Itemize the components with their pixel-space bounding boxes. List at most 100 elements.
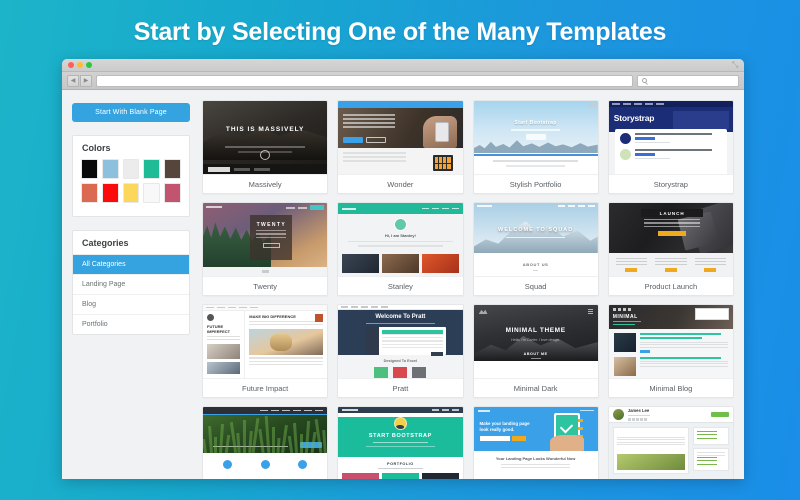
- hamburger-icon: [587, 309, 593, 314]
- color-swatch[interactable]: [101, 183, 119, 203]
- thumb-nav-links: [431, 409, 459, 411]
- category-item-blog[interactable]: Blog: [73, 295, 189, 315]
- template-card-minimal-dark[interactable]: MINIMAL THEME Hello, I'm Carter. I love …: [472, 304, 599, 398]
- template-thumbnail: START BOOTSTRAP PORTFOLIO: [338, 407, 463, 479]
- template-card-16[interactable]: James Lee: [607, 406, 734, 479]
- mockup-content: [379, 327, 447, 356]
- color-swatch-row: [81, 183, 181, 203]
- color-swatch[interactable]: [143, 183, 161, 203]
- thumb-hero-title: James Lee: [627, 408, 650, 414]
- color-swatches: [73, 159, 189, 216]
- thumb-section-title: ABOUT ME: [523, 352, 548, 356]
- thumb-button: [525, 134, 546, 140]
- thumb-logo: [342, 409, 359, 411]
- thumb-line: [358, 245, 443, 247]
- thumb-icon: [374, 367, 389, 378]
- thumb-hero: WELCOME TO SQUAD: [473, 203, 598, 253]
- template-card-minimal-blog[interactable]: MINIMAL Minimal Blog: [607, 304, 734, 398]
- thumb-hero: [338, 108, 463, 148]
- app-mockup: [365, 327, 447, 356]
- thumb-text-block: [639, 356, 728, 376]
- template-thumbnail: WELCOME TO SQUAD ABOUT US: [473, 203, 598, 276]
- template-name: Storystrap: [608, 174, 733, 193]
- template-card-15[interactable]: Make your landing page look really good.: [472, 406, 599, 479]
- zoom-icon[interactable]: [86, 62, 92, 68]
- grass-blade: [258, 428, 265, 454]
- color-swatch[interactable]: [122, 183, 140, 203]
- thumb-list-item: [619, 149, 722, 160]
- template-card-wonder[interactable]: Wonder: [337, 100, 464, 194]
- thumb-tab: [234, 167, 250, 171]
- thumb-divider: [530, 358, 541, 359]
- close-icon[interactable]: [68, 62, 74, 68]
- address-bar[interactable]: [96, 74, 633, 87]
- category-item-portfolio[interactable]: Portfolio: [73, 315, 189, 334]
- template-card-squad[interactable]: WELCOME TO SQUAD ABOUT US Squad: [472, 202, 599, 296]
- thumb-text-block: [634, 133, 722, 144]
- thumb-subtitle: Hello, I'm Carter. I love design.: [511, 338, 561, 342]
- thumb-line: [225, 146, 305, 148]
- template-card-13[interactable]: [202, 406, 329, 479]
- forward-button[interactable]: ▶: [80, 74, 92, 87]
- template-name: Twenty: [203, 276, 328, 295]
- color-swatch[interactable]: [122, 159, 140, 179]
- resize-grip-icon[interactable]: ⤡: [732, 61, 740, 69]
- template-card-storystrap[interactable]: Storystrap Storystrap: [607, 100, 734, 194]
- thumb-navbar: [203, 305, 328, 311]
- mockup-sidebar: [365, 327, 379, 355]
- start-with-blank-page-button[interactable]: Start With Blank Page: [72, 103, 190, 122]
- thumb-image: [613, 356, 636, 376]
- template-thumbnail: MINIMAL: [608, 305, 733, 378]
- grass-blade: [304, 420, 310, 454]
- template-card-twenty[interactable]: TWENTY Twenty: [202, 202, 329, 296]
- thumb-tile: [342, 253, 379, 273]
- thumb-hero-title: Start Bootstrap: [514, 120, 557, 126]
- color-swatch[interactable]: [81, 159, 98, 179]
- search-box[interactable]: [637, 74, 739, 87]
- thumb-button: [262, 242, 280, 248]
- thumb-navbar: [338, 407, 463, 413]
- template-thumbnail: [338, 101, 463, 174]
- thumb-line: [612, 321, 641, 323]
- thumb-logo: [477, 410, 490, 412]
- template-card-stylish-portfolio[interactable]: Start Bootstrap Stylish Portfolio: [472, 100, 599, 194]
- color-swatch[interactable]: [81, 183, 98, 203]
- template-card-massively[interactable]: THIS IS MASSIVELY Massively: [202, 100, 329, 194]
- thumb-logo: [206, 206, 222, 208]
- page-title: Start by Selecting One of the Many Templ…: [133, 18, 667, 46]
- thumb-tile-row: [338, 250, 462, 273]
- color-swatch[interactable]: [143, 159, 161, 179]
- thumb-hero: LAUNCH: [608, 203, 733, 253]
- template-card-future-impact[interactable]: FUTURE IMPERFECT MAKE BIG DIFFERENCE Fut…: [202, 304, 329, 398]
- browser-window: ⤡ ◀ ▶ Start With Blank Page Colors Categ…: [62, 59, 744, 479]
- thumb-section-title: PORTFOLIO: [387, 462, 414, 466]
- category-item-all-categories[interactable]: All Categories: [73, 255, 189, 275]
- thumb-line: [500, 463, 571, 465]
- thumb-footer: [203, 267, 328, 276]
- thumb-navbar: [203, 407, 328, 414]
- colors-title: Colors: [82, 143, 111, 153]
- thumb-section-title: Your Landing Page Looks Wonderful Now: [495, 456, 576, 461]
- avatar: [393, 218, 407, 231]
- tablet-illustration: [434, 122, 449, 142]
- color-swatch[interactable]: [164, 159, 181, 179]
- grass-blade: [224, 434, 231, 454]
- back-button[interactable]: ◀: [67, 74, 79, 87]
- template-card-pratt[interactable]: Welcome To Pratt Designed To Excel Pratt: [337, 304, 464, 398]
- template-card-14[interactable]: START BOOTSTRAP PORTFOLIO: [337, 406, 464, 479]
- thumb-line: [348, 241, 453, 243]
- thumb-column-row: [609, 253, 733, 273]
- thumb-section-title: MAKE BIG DIFFERENCE: [249, 314, 296, 319]
- window-titlebar: ⤡: [62, 59, 744, 72]
- grass-blade: [214, 437, 218, 453]
- template-thumbnail: THIS IS MASSIVELY: [203, 101, 328, 174]
- color-swatch[interactable]: [101, 159, 119, 179]
- thumb-badge: [577, 427, 583, 430]
- template-card-stanley[interactable]: Hi, I am Stanley! Stanley: [337, 202, 464, 296]
- category-item-landing-page[interactable]: Landing Page: [73, 275, 189, 295]
- thumb-badge: [588, 103, 595, 108]
- minimize-icon[interactable]: [77, 62, 83, 68]
- template-card-product-launch[interactable]: LAUNCH Product Launch: [607, 202, 734, 296]
- thumb-panel: [695, 308, 729, 320]
- color-swatch[interactable]: [164, 183, 181, 203]
